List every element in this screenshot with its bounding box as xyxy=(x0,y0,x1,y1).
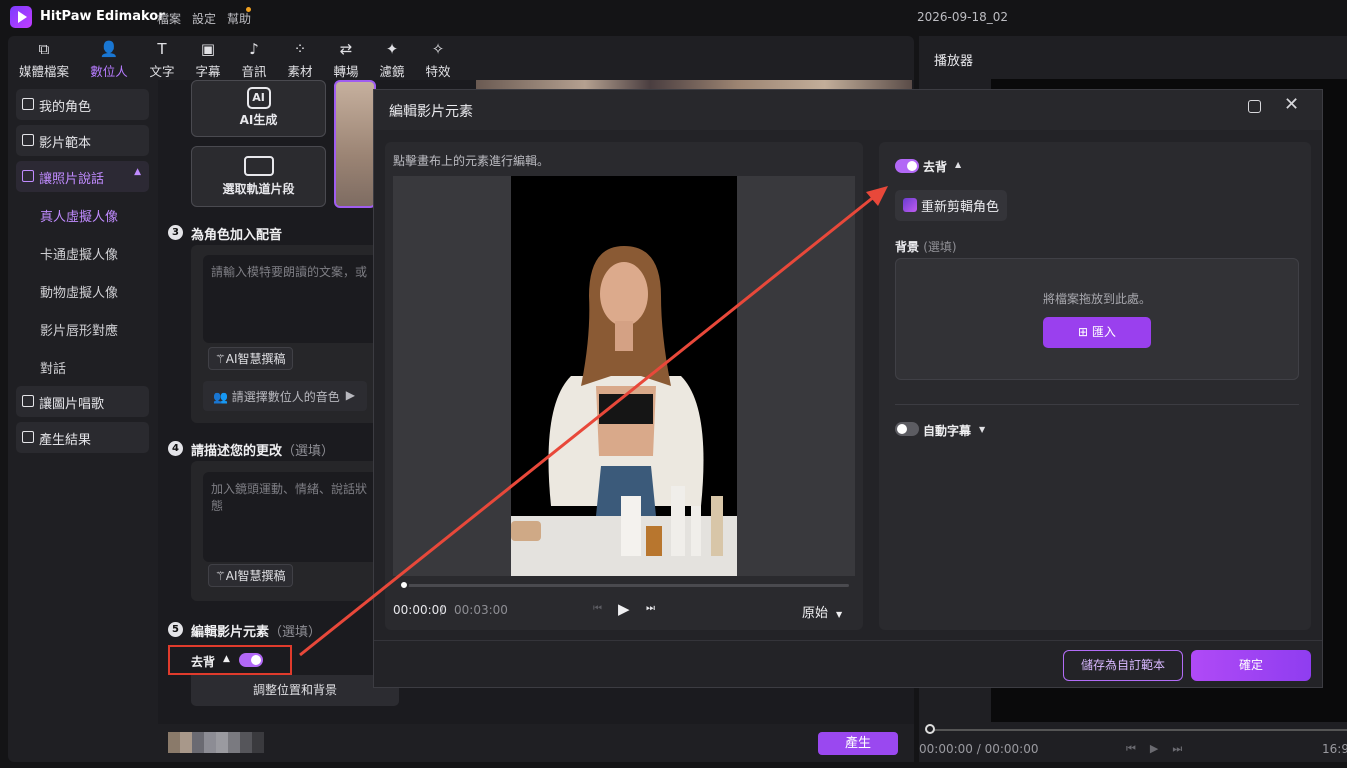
folder-icon xyxy=(22,431,34,443)
dialog-bg-remove-label: 去背 xyxy=(923,160,948,174)
menu-file[interactable]: 檔案 xyxy=(157,10,181,27)
player-scrub-knob[interactable] xyxy=(925,724,935,734)
auto-subtitle-toggle[interactable] xyxy=(895,422,919,436)
tab-media[interactable]: ⧉ 媒體檔案 xyxy=(13,38,75,80)
maximize-icon[interactable] xyxy=(1248,100,1261,113)
changes-textarea[interactable]: 加入鏡頭運動、情緒、說話狀態 xyxy=(203,472,381,562)
player-ratio[interactable]: 16:9 xyxy=(1322,742,1347,756)
ai-writer-button[interactable]: ⚚AI智慧撰稿 xyxy=(208,347,293,370)
bottom-bar xyxy=(158,724,914,762)
sidebar-item-video-template[interactable]: 影片範本 xyxy=(16,125,149,156)
assets-icon: ⁘ xyxy=(293,40,307,58)
app-name: HitPaw Edimakor xyxy=(40,9,165,24)
sidebar-sub-dialogue[interactable]: 對話 xyxy=(40,358,66,377)
project-name: 2026-09-18_02 xyxy=(917,10,1009,24)
blurred-thumbnail xyxy=(168,732,264,753)
ai-writer-button-2[interactable]: ⚚AI智慧撰稿 xyxy=(208,564,293,587)
step-3-number: 3 xyxy=(168,225,183,240)
video-frame[interactable] xyxy=(511,176,737,576)
dialog-title: 編輯影片元素 xyxy=(389,104,473,120)
dialog-current-time: 00:00:00 xyxy=(393,603,447,617)
dialog-header xyxy=(374,90,1322,130)
close-icon[interactable]: ✕ xyxy=(1284,96,1300,114)
scale-select[interactable]: 原始 ▼ xyxy=(802,602,842,621)
dialog-scrub-knob[interactable] xyxy=(399,580,409,590)
selected-photo-thumbnail[interactable] xyxy=(334,80,376,208)
chevron-up-icon: ▲ xyxy=(134,167,141,177)
recrop-character-button[interactable]: 重新剪輯角色 xyxy=(895,190,1007,221)
user-icon xyxy=(22,98,34,110)
dialog-footer-divider xyxy=(374,640,1322,641)
media-icon: ⧉ xyxy=(38,40,50,58)
play-icon[interactable]: ▶ xyxy=(618,600,630,618)
drop-hint: 將檔案拖放到此處。 xyxy=(1043,292,1152,306)
player-controls[interactable]: ⏮▶⏭ xyxy=(1126,742,1196,756)
next-frame-icon[interactable]: ⏭ xyxy=(646,603,655,614)
prev-frame-icon[interactable]: ⏮ xyxy=(593,603,602,614)
player-scrubber[interactable] xyxy=(930,729,1347,731)
text-icon: T xyxy=(157,40,167,58)
sidebar-sub-cartoon-avatar[interactable]: 卡通虛擬人像 xyxy=(40,244,118,263)
sidebar-sub-real-avatar[interactable]: 真人虛擬人像 xyxy=(40,206,118,225)
confirm-button[interactable]: 確定 xyxy=(1191,650,1311,681)
auto-subtitle-label: 自動字幕 xyxy=(923,424,972,438)
generate-button[interactable]: 產生 xyxy=(818,732,898,755)
menu-settings[interactable]: 設定 xyxy=(192,10,216,27)
step-4-title: 請描述您的更改（選填） xyxy=(191,444,335,459)
recrop-icon xyxy=(903,198,917,212)
dialog-scrubber[interactable] xyxy=(404,584,849,587)
avatar-icon: 👤 xyxy=(99,40,119,58)
notification-dot-icon xyxy=(246,7,251,12)
transition-icon: ⇄ xyxy=(339,40,353,58)
dialog-time-separator: / xyxy=(440,603,445,617)
step-5-title: 編輯影片元素（選填） xyxy=(191,625,322,640)
sidebar-item-my-role[interactable]: 我的角色 xyxy=(16,89,149,120)
filter-icon: ✦ xyxy=(385,40,399,58)
menu-help[interactable]: 幫助 xyxy=(227,10,251,27)
tab-effects[interactable]: ✧ 特效 xyxy=(407,38,469,80)
effects-icon: ✧ xyxy=(431,40,445,58)
sidebar-item-photo-talk[interactable]: 讓照片說話 ▲ xyxy=(16,161,149,192)
dialog-total-time: 00:03:00 xyxy=(454,603,508,617)
script-textarea[interactable]: 請輸入模特要朗讀的文案，或 xyxy=(203,255,381,343)
magic-wand-icon: ⚚ xyxy=(215,569,226,583)
subtitle-icon: ▣ xyxy=(200,40,216,58)
step-5-number: 5 xyxy=(168,622,183,637)
chevron-up-icon[interactable]: ▲ xyxy=(955,160,961,169)
chevron-down-icon: ▼ xyxy=(836,610,843,619)
clip-icon xyxy=(243,156,274,176)
player-title: 播放器 xyxy=(934,54,974,69)
preview-hint: 點擊畫布上的元素進行編輯。 xyxy=(393,154,550,168)
sidebar-item-image-sing[interactable]: 讓圖片唱歌 xyxy=(16,386,149,417)
dialog-bg-remove-toggle[interactable] xyxy=(895,159,919,173)
select-clip-button[interactable]: 選取軌道片段 xyxy=(191,146,326,207)
sidebar-sub-animal-avatar[interactable]: 動物虛擬人像 xyxy=(40,282,118,301)
step-3-title: 為角色加入配音 xyxy=(191,228,283,243)
add-file-icon: ⊞ xyxy=(1078,325,1092,339)
player-time: 00:00:00 / 00:00:00 xyxy=(919,742,1039,756)
sidebar-item-results[interactable]: 產生結果 xyxy=(16,422,149,453)
step-4-number: 4 xyxy=(168,441,183,456)
app-logo-icon xyxy=(10,6,32,28)
settings-divider xyxy=(895,404,1299,405)
ai-icon: AI xyxy=(246,87,271,109)
sidebar-sub-lip-sync[interactable]: 影片唇形對應 xyxy=(40,320,118,339)
import-button[interactable]: ⊞ 匯入 xyxy=(1043,317,1151,348)
voice-select-button[interactable]: 👥 請選擇數位人的音色 ▶ xyxy=(203,381,367,411)
magic-wand-icon: ⚚ xyxy=(215,352,226,366)
adjust-position-button[interactable]: 調整位置和背景 xyxy=(191,675,399,706)
photo-icon xyxy=(22,170,34,182)
ai-generate-button[interactable]: AI AI生成 xyxy=(191,80,326,137)
play-right-icon: ▶ xyxy=(345,388,355,402)
save-template-button[interactable]: 儲存為自訂範本 xyxy=(1063,650,1183,681)
music-icon: ♪ xyxy=(249,40,259,58)
background-label: 背景 (選填) xyxy=(895,240,957,254)
voice-user-icon: 👥 xyxy=(213,390,232,404)
highlight-box xyxy=(168,645,292,675)
person-illustration xyxy=(511,246,737,576)
chevron-down-icon[interactable]: ▼ xyxy=(979,425,985,434)
template-icon xyxy=(22,134,34,146)
image-icon xyxy=(22,395,34,407)
